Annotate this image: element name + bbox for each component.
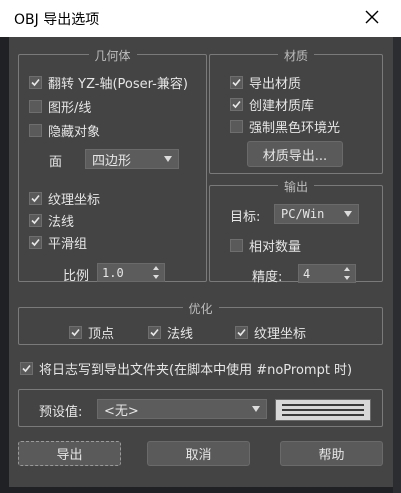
- target-label: 目标:: [230, 210, 261, 225]
- checkbox-icon: [29, 100, 42, 113]
- output-group-title: 输出: [277, 178, 315, 195]
- preset-group: 预设值: <无>: [18, 389, 383, 427]
- optimize-normals-label: 法线: [167, 327, 194, 342]
- force-black-ambient-checkbox[interactable]: 强制黑色环境光: [230, 117, 340, 136]
- texture-coords-checkbox[interactable]: 纹理坐标: [29, 189, 100, 208]
- precision-spinner[interactable]: 4: [298, 264, 356, 283]
- background-strip: [393, 37, 401, 493]
- faces-label: 面: [49, 155, 63, 170]
- optimize-normals-checkbox[interactable]: 法线: [148, 323, 193, 342]
- checkbox-icon: [235, 326, 248, 339]
- spinner-arrows-icon[interactable]: [153, 266, 160, 279]
- smoothing-groups-checkbox[interactable]: 平滑组: [29, 233, 87, 252]
- preset-grid-icon[interactable]: [275, 399, 371, 421]
- checkbox-icon: [230, 239, 243, 252]
- checkbox-icon: [29, 76, 42, 89]
- checkbox-icon: [69, 326, 82, 339]
- checkbox-icon: [29, 124, 42, 137]
- smoothing-groups-label: 平滑组: [48, 237, 88, 252]
- precision-value: 4: [303, 266, 311, 281]
- export-materials-label: 导出材质: [249, 77, 302, 92]
- material-group-title: 材质: [277, 47, 315, 64]
- hidden-objects-checkbox[interactable]: 隐藏对象: [29, 121, 100, 140]
- cancel-button[interactable]: 取消: [147, 441, 250, 466]
- export-dialog: 几何体 翻转 YZ-轴(Poser-兼容) 图形/线 隐藏对象 面 四边形 纹理…: [9, 37, 393, 487]
- checkbox-icon: [230, 76, 243, 89]
- material-export-button[interactable]: 材质导出...: [247, 141, 343, 167]
- scale-spinner[interactable]: 1.0: [97, 263, 165, 282]
- relative-numbers-checkbox[interactable]: 相对数量: [230, 236, 301, 255]
- optimize-vertices-label: 顶点: [88, 327, 115, 342]
- precision-label: 精度:: [252, 270, 283, 285]
- spinner-arrows-icon[interactable]: [344, 267, 351, 280]
- chevron-down-icon: [252, 406, 260, 412]
- write-log-checkbox[interactable]: 将日志写到导出文件夹(在脚本中使用 #noPrompt 时): [20, 359, 393, 378]
- optimize-group-title: 优化: [182, 300, 219, 317]
- relative-numbers-label: 相对数量: [249, 240, 302, 255]
- checkbox-icon: [29, 214, 42, 227]
- optimize-texture-coords-label: 纹理坐标: [254, 327, 307, 342]
- export-button[interactable]: 导出: [18, 441, 121, 466]
- chevron-down-icon: [164, 156, 172, 162]
- checkbox-icon: [230, 98, 243, 111]
- texture-coords-label: 纹理坐标: [48, 193, 101, 208]
- export-materials-checkbox[interactable]: 导出材质: [230, 73, 301, 92]
- scale-value: 1.0: [102, 265, 124, 280]
- preset-label: 预设值:: [39, 405, 83, 420]
- force-black-ambient-label: 强制黑色环境光: [249, 121, 341, 136]
- close-icon[interactable]: [361, 6, 383, 28]
- help-button[interactable]: 帮助: [280, 441, 383, 466]
- write-log-label: 将日志写到导出文件夹(在脚本中使用 #noPrompt 时): [39, 363, 353, 378]
- geometry-group: 几何体 翻转 YZ-轴(Poser-兼容) 图形/线 隐藏对象 面 四边形 纹理…: [18, 47, 207, 284]
- scale-label: 比例: [63, 269, 90, 284]
- target-dropdown[interactable]: PC/Win: [274, 204, 359, 224]
- material-group: 材质 导出材质 创建材质库 强制黑色环境光 材质导出...: [209, 47, 383, 174]
- faces-dropdown[interactable]: 四边形: [85, 149, 179, 169]
- optimize-vertices-checkbox[interactable]: 顶点: [69, 323, 114, 342]
- optimize-texture-coords-checkbox[interactable]: 纹理坐标: [235, 323, 306, 342]
- faces-value: 四边形: [92, 153, 132, 169]
- checkbox-icon: [29, 236, 42, 249]
- preset-dropdown[interactable]: <无>: [97, 399, 267, 419]
- checkbox-icon: [29, 192, 42, 205]
- normals-checkbox[interactable]: 法线: [29, 211, 74, 230]
- checkbox-icon: [148, 326, 161, 339]
- shapes-lines-label: 图形/线: [48, 101, 92, 116]
- create-library-checkbox[interactable]: 创建材质库: [230, 95, 314, 114]
- checkbox-icon: [20, 362, 33, 375]
- chevron-down-icon: [344, 211, 352, 217]
- flip-yz-checkbox[interactable]: 翻转 YZ-轴(Poser-兼容): [29, 73, 201, 92]
- target-value: PC/Win: [281, 207, 325, 221]
- normals-label: 法线: [48, 215, 75, 230]
- optimize-group: 优化 顶点 法线 纹理坐标: [18, 300, 383, 345]
- flip-yz-label: 翻转 YZ-轴(Poser-兼容): [48, 77, 188, 92]
- title-bar: OBJ 导出选项: [0, 0, 401, 37]
- shapes-lines-checkbox[interactable]: 图形/线: [29, 97, 91, 116]
- hidden-objects-label: 隐藏对象: [48, 125, 101, 140]
- window-title: OBJ 导出选项: [14, 12, 100, 28]
- preset-value: <无>: [104, 403, 139, 419]
- checkbox-icon: [230, 120, 243, 133]
- geometry-group-title: 几何体: [88, 47, 137, 64]
- create-library-label: 创建材质库: [249, 99, 315, 114]
- output-group: 输出 目标: PC/Win 相对数量 精度: 4: [209, 178, 383, 285]
